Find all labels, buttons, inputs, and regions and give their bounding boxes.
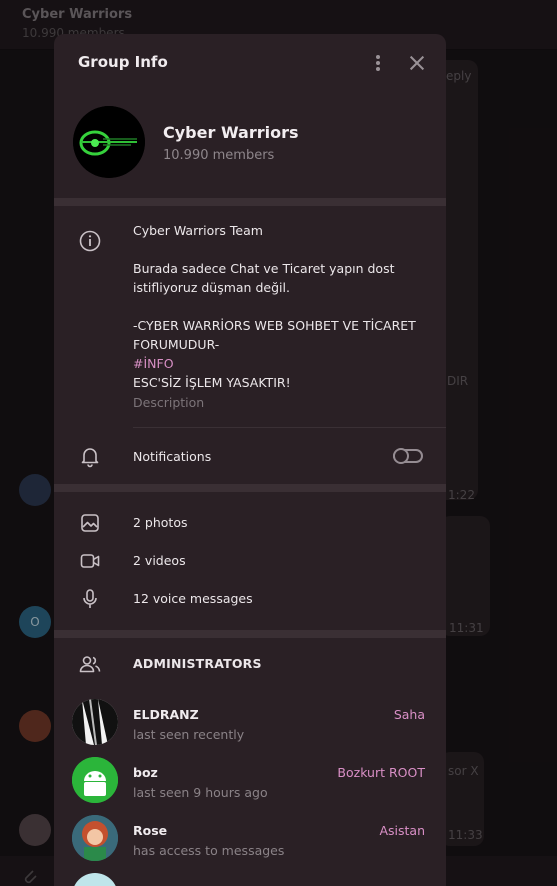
avatar	[72, 757, 118, 803]
photos-link[interactable]: 2 photos	[133, 515, 188, 530]
description-line: istifliyoruz düşman değil.	[133, 280, 290, 295]
microphone-icon	[78, 587, 102, 611]
avatar	[72, 699, 118, 745]
description-line: FORUMUDUR-	[133, 337, 220, 352]
info-icon	[78, 229, 102, 253]
admin-name: boz	[133, 765, 158, 780]
description-line: Cyber Warriors Team	[133, 223, 263, 238]
hashtag-link[interactable]: #İNFO	[133, 354, 433, 373]
more-options-icon[interactable]	[368, 53, 388, 73]
admin-row[interactable]: boz last seen 9 hours ago Bozkurt ROOT	[54, 757, 446, 809]
section-divider	[54, 630, 446, 638]
notifications-toggle[interactable]	[393, 448, 423, 464]
section-divider	[54, 484, 446, 492]
admin-status: has access to messages	[133, 843, 285, 858]
admin-row[interactable]: ELDRANZ last seen recently Saha	[54, 699, 446, 751]
voice-messages-link[interactable]: 12 voice messages	[133, 591, 253, 606]
close-icon[interactable]	[406, 52, 428, 74]
users-icon	[78, 652, 102, 676]
admin-row[interactable]	[54, 873, 446, 886]
admin-row[interactable]: Rose has access to messages Asistan	[54, 815, 446, 867]
admin-role: Asistan	[379, 823, 425, 838]
group-avatar[interactable]	[73, 106, 145, 178]
avatar	[72, 815, 118, 861]
members-count[interactable]: 10.990 members	[163, 148, 274, 163]
group-name: Cyber Warriors	[163, 123, 299, 142]
admin-role: Bozkurt ROOT	[337, 765, 425, 780]
admin-name: ELDRANZ	[133, 707, 199, 722]
toggle-knob	[393, 448, 409, 464]
admin-name: Rose	[133, 823, 168, 838]
administrators-heading: ADMINISTRATORS	[133, 656, 262, 671]
admin-role: Saha	[393, 707, 425, 722]
description-label: Description	[133, 395, 205, 410]
admin-status: last seen 9 hours ago	[133, 785, 268, 800]
bell-icon	[78, 444, 102, 468]
admin-status: last seen recently	[133, 727, 245, 742]
description-line: -CYBER WARRİORS WEB SOHBET VE TİCARET	[133, 318, 416, 333]
notifications-label: Notifications	[133, 449, 212, 464]
video-icon	[78, 549, 102, 573]
description-line: ESC'SİZ İŞLEM YASAKTIR!	[133, 375, 291, 390]
description-line: Burada sadece Chat ve Ticaret yapın dost	[133, 261, 395, 276]
modal-title: Group Info	[78, 53, 168, 71]
group-info-modal: Group Info Cyber Warriors 10.990 members…	[54, 34, 446, 886]
avatar	[72, 873, 118, 886]
photo-icon	[78, 511, 102, 535]
section-divider	[54, 198, 446, 206]
videos-link[interactable]: 2 videos	[133, 553, 186, 568]
divider	[133, 427, 446, 428]
